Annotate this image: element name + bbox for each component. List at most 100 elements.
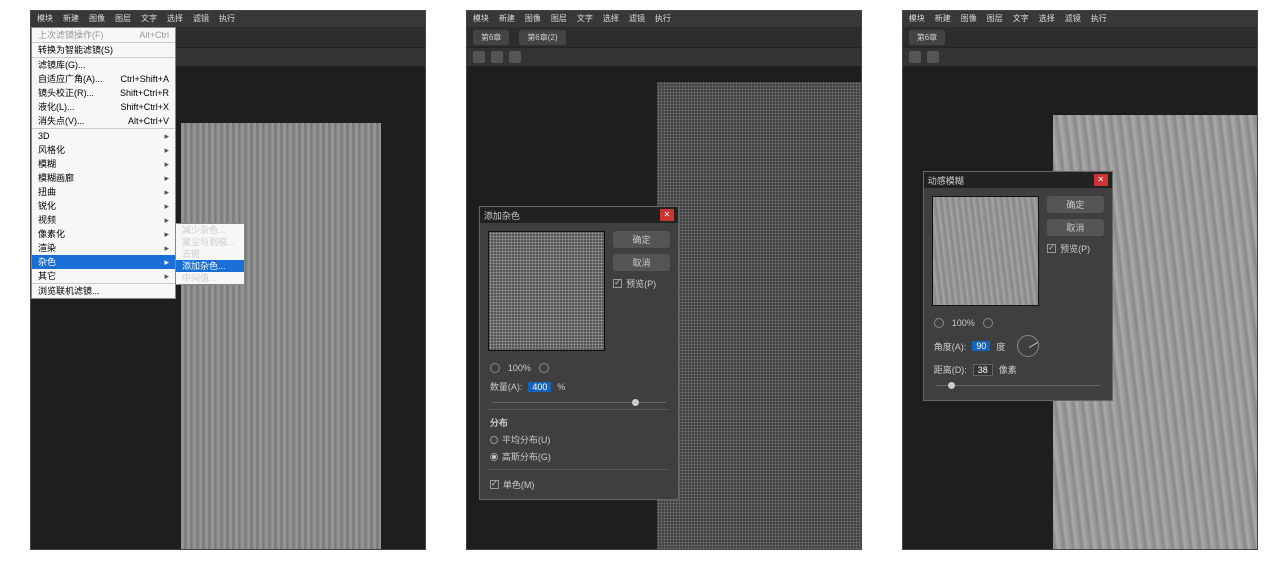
menu-item[interactable]: 图像 — [961, 11, 977, 27]
menu-row[interactable]: 浏览联机滤镜... — [32, 284, 175, 298]
doc-tab[interactable]: 第6章(2) — [519, 30, 565, 45]
options-bar — [903, 47, 1257, 67]
menu-item[interactable]: 执行 — [655, 11, 671, 27]
menu-item[interactable]: 新建 — [499, 11, 515, 27]
app-window-3: 模块 新建 图像 图层 文字 选择 滤镜 执行 第6章 动感模糊 ✕ — [902, 10, 1258, 550]
add-noise-dialog: 添加杂色 ✕ 确定 取消 预览(P) 100% 数量(A): 400 % — [479, 206, 679, 500]
menu-row[interactable]: 像素化▸ — [32, 227, 175, 241]
submenu-item[interactable]: 去斑 — [176, 248, 244, 260]
tabbar: 第6章 第6章(2) — [467, 27, 861, 47]
ok-button[interactable]: 确定 — [613, 231, 670, 248]
submenu-item-add-noise[interactable]: 添加杂色... — [176, 260, 244, 272]
menu-row[interactable]: 液化(L)...Shift+Ctrl+X — [32, 100, 175, 114]
menu-item[interactable]: 滤镜 — [1065, 11, 1081, 27]
menu-row[interactable]: 3D▸ — [32, 129, 175, 143]
menu-item[interactable]: 图层 — [115, 11, 131, 27]
filter-menu-dropdown: 上次滤镜操作(F)Alt+Ctrl 转换为智能滤镜(S) 滤镜库(G)... 自… — [31, 27, 176, 299]
menu-row[interactable]: 镜头校正(R)...Shift+Ctrl+R — [32, 86, 175, 100]
menu-item[interactable]: 模块 — [37, 11, 53, 27]
distance-slider[interactable] — [936, 385, 1100, 386]
dialog-title: 添加杂色 — [484, 209, 520, 222]
preview-checkbox[interactable]: 预览(P) — [1047, 242, 1104, 255]
menu-item[interactable]: 选择 — [1039, 11, 1055, 27]
menu-row[interactable]: 锐化▸ — [32, 199, 175, 213]
filter-submenu: 减少杂色... 蒙尘与划痕... 去斑 添加杂色... 中间值... — [175, 223, 245, 285]
menu-row-noise[interactable]: 杂色▸ — [32, 255, 175, 269]
menu-item[interactable]: 选择 — [603, 11, 619, 27]
submenu-item[interactable]: 中间值... — [176, 272, 244, 284]
menu-item[interactable]: 文字 — [577, 11, 593, 27]
distance-label: 距离(D): — [934, 363, 967, 376]
menu-row[interactable]: 扭曲▸ — [32, 185, 175, 199]
amount-value[interactable]: 400 — [528, 382, 551, 392]
menu-row[interactable]: 其它▸ — [32, 269, 175, 283]
tool-icon[interactable] — [491, 51, 503, 63]
menu-item[interactable]: 滤镜 — [193, 11, 209, 27]
ok-button[interactable]: 确定 — [1047, 196, 1104, 213]
menu-item[interactable]: 模块 — [909, 11, 925, 27]
filter-preview — [932, 196, 1039, 306]
menu-item[interactable]: 选择 — [167, 11, 183, 27]
distribution-header: 分布 — [490, 416, 508, 429]
amount-slider[interactable] — [492, 402, 666, 403]
amount-label: 数量(A): — [490, 380, 523, 393]
dialog-title: 动感模糊 — [928, 174, 964, 187]
cancel-button[interactable]: 取消 — [1047, 219, 1104, 236]
menu-row[interactable]: 视频▸ — [32, 213, 175, 227]
app-window-2: 模块 新建 图像 图层 文字 选择 滤镜 执行 第6章 第6章(2) 添加杂色 … — [466, 10, 862, 550]
menu-item[interactable]: 执行 — [219, 11, 235, 27]
mono-checkbox[interactable]: 单色(M) — [480, 474, 678, 499]
menubar: 模块 新建 图像 图层 文字 选择 滤镜 执行 — [903, 11, 1257, 27]
menu-item[interactable]: 滤镜 — [629, 11, 645, 27]
menu-item[interactable]: 新建 — [935, 11, 951, 27]
distance-value[interactable]: 38 — [973, 364, 993, 376]
menu-row[interactable]: 模糊▸ — [32, 157, 175, 171]
doc-tab[interactable]: 第6章 — [909, 30, 945, 45]
menu-row[interactable]: 风格化▸ — [32, 143, 175, 157]
close-icon[interactable]: ✕ — [1094, 174, 1108, 186]
angle-label: 角度(A): — [934, 340, 967, 353]
menu-item[interactable]: 执行 — [1091, 11, 1107, 27]
filter-preview — [488, 231, 605, 351]
submenu-item[interactable]: 减少杂色... — [176, 224, 244, 236]
angle-dial-icon[interactable] — [1017, 335, 1039, 357]
menu-item[interactable]: 模块 — [473, 11, 489, 27]
artboard — [657, 82, 861, 549]
menu-item[interactable]: 文字 — [141, 11, 157, 27]
menu-item[interactable]: 图层 — [987, 11, 1003, 27]
menu-row[interactable]: 转换为智能滤镜(S) — [32, 43, 175, 57]
doc-tab[interactable]: 第6章 — [473, 30, 509, 45]
submenu-item[interactable]: 蒙尘与划痕... — [176, 236, 244, 248]
dialog-titlebar: 动感模糊 ✕ — [924, 172, 1112, 188]
zoom-out-icon[interactable] — [934, 318, 944, 328]
radio-gaussian[interactable]: 高斯分布(G) — [480, 448, 678, 465]
close-icon[interactable]: ✕ — [660, 209, 674, 221]
app-window-1: 模块 新建 图像 图层 文字 选择 滤镜 执行 上次滤镜操作(F)Alt+Ctr… — [30, 10, 426, 550]
zoom-in-icon[interactable] — [983, 318, 993, 328]
menu-row[interactable]: 自适应广角(A)...Ctrl+Shift+A — [32, 72, 175, 86]
angle-unit: 度 — [996, 340, 1005, 353]
radio-uniform[interactable]: 平均分布(U) — [480, 431, 678, 448]
tool-icon[interactable] — [509, 51, 521, 63]
zoom-out-icon[interactable] — [490, 363, 500, 373]
cancel-button[interactable]: 取消 — [613, 254, 670, 271]
motion-blur-dialog: 动感模糊 ✕ 确定 取消 预览(P) 100% 角度(A): 90 度 — [923, 171, 1113, 401]
menu-row[interactable]: 渲染▸ — [32, 241, 175, 255]
menubar: 模块 新建 图像 图层 文字 选择 滤镜 执行 — [467, 11, 861, 27]
tool-icon[interactable] — [927, 51, 939, 63]
menu-row[interactable]: 模糊画廊▸ — [32, 171, 175, 185]
menu-item[interactable]: 图像 — [525, 11, 541, 27]
menu-row[interactable]: 消失点(V)...Alt+Ctrl+V — [32, 114, 175, 128]
options-bar — [467, 47, 861, 67]
menu-item[interactable]: 图层 — [551, 11, 567, 27]
menu-item[interactable]: 文字 — [1013, 11, 1029, 27]
menu-item[interactable]: 新建 — [63, 11, 79, 27]
menu-row-last-filter: 上次滤镜操作(F)Alt+Ctrl — [32, 28, 175, 42]
menu-item[interactable]: 图像 — [89, 11, 105, 27]
preview-checkbox[interactable]: 预览(P) — [613, 277, 670, 290]
zoom-in-icon[interactable] — [539, 363, 549, 373]
tool-icon[interactable] — [473, 51, 485, 63]
tool-icon[interactable] — [909, 51, 921, 63]
menu-row[interactable]: 滤镜库(G)... — [32, 58, 175, 72]
angle-value[interactable]: 90 — [972, 341, 990, 351]
